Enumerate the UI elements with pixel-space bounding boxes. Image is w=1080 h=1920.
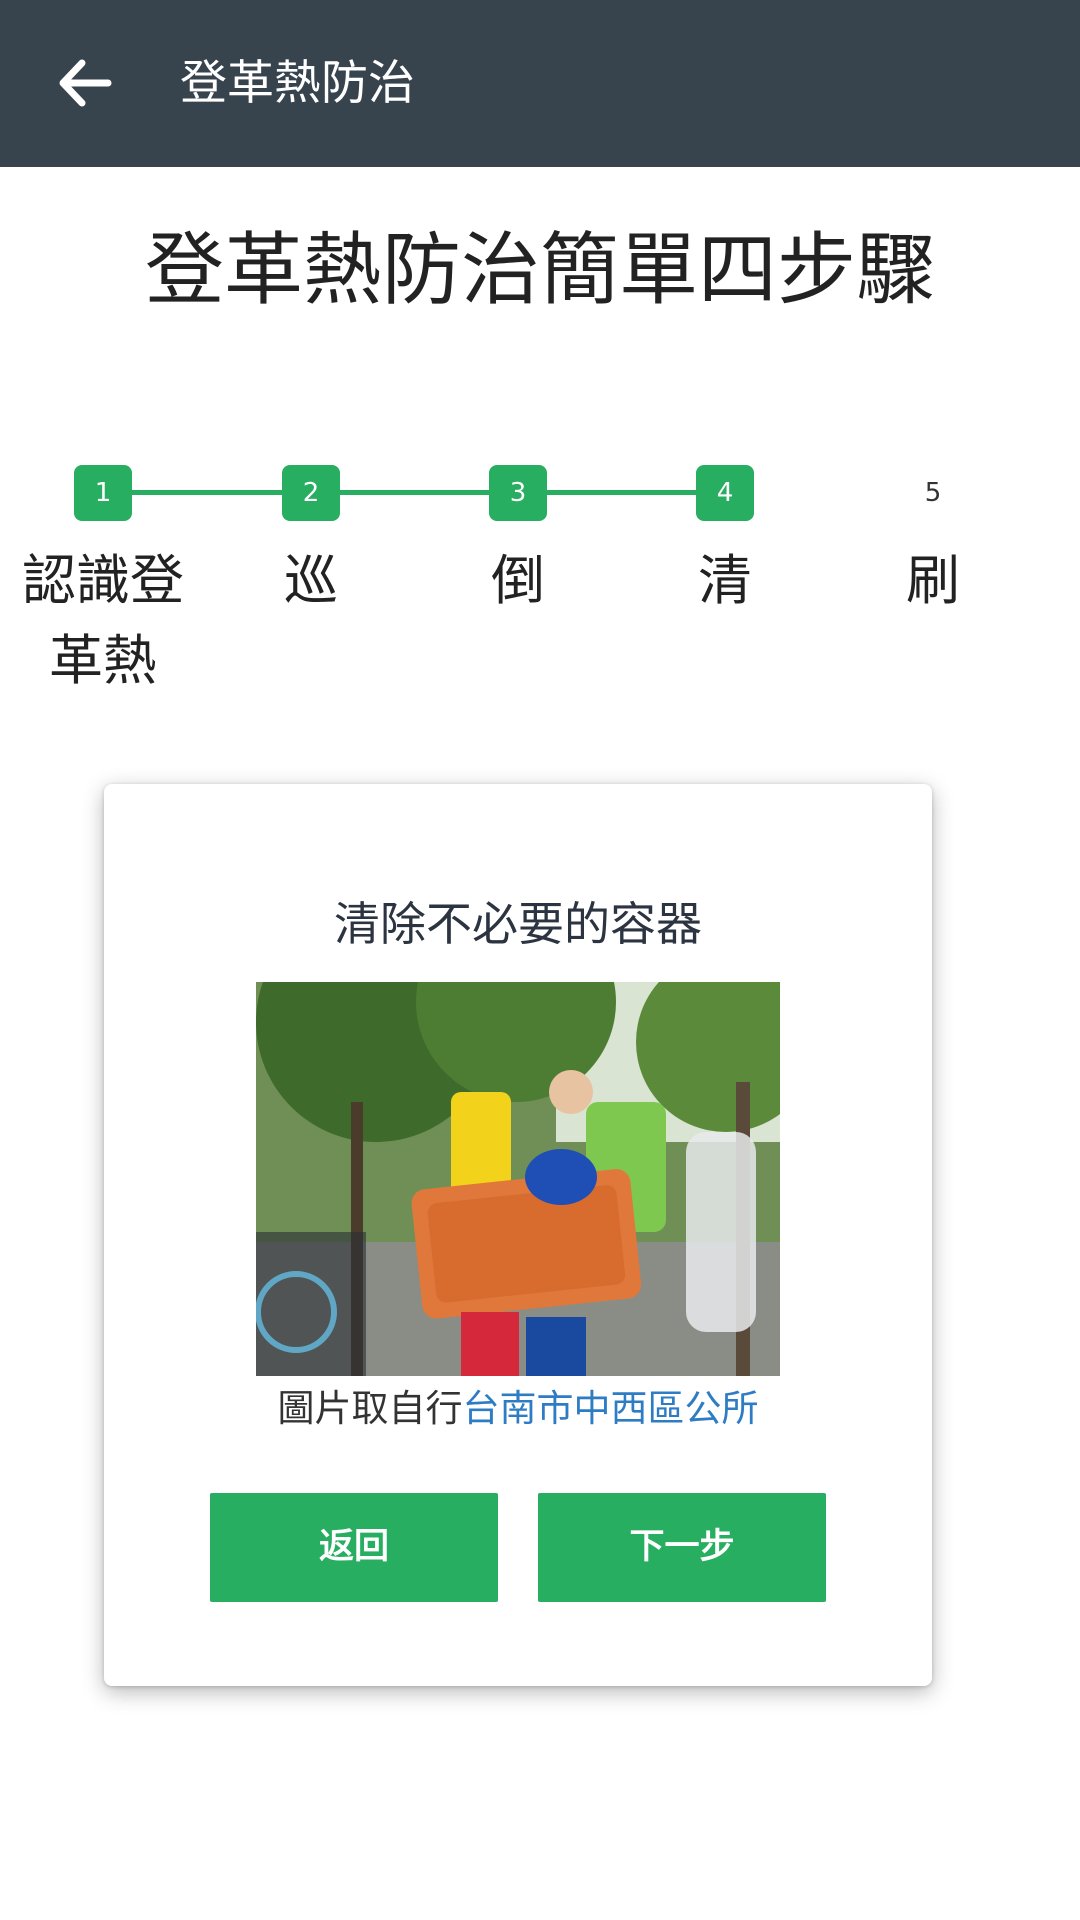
app-bar-title: 登革熱防治 [180,56,415,111]
volunteers-removing-orange-container-photo [256,982,780,1376]
back-button[interactable] [50,48,120,118]
step-card: 清除不必要的容器 圖片取自行台南市中西區公所 返回 下一步 [104,784,932,1686]
card-title: 清除不必要的容器 [334,897,702,951]
page-title: 登革熱防治簡單四步驟 [145,224,935,316]
step-label: 巡 [284,549,338,612]
step-label: 認識登革熱 [22,549,184,692]
step-2[interactable]: 2 巡 [228,465,394,621]
next-step-button[interactable]: 下一步 [538,1493,826,1602]
image-caption: 圖片取自行台南市中西區公所 [104,1382,932,1436]
step-1[interactable]: 1 認識登革熱 [20,465,186,701]
arrow-left-icon [59,59,112,107]
caption-prefix: 圖片取自行 [277,1387,463,1430]
step-label: 清 [698,549,752,612]
step-number: 4 [696,465,754,521]
step-5[interactable]: 5 刷 [850,465,1016,621]
caption-source-link[interactable]: 台南市中西區公所 [463,1387,759,1430]
stepper-progress-line [103,490,725,495]
step-label: 刷 [906,549,960,612]
step-number: 1 [74,465,132,521]
step-number: 2 [282,465,340,521]
step-4[interactable]: 4 清 [642,465,808,621]
step-number: 5 [924,478,942,508]
app-bar: 登革熱防治 [0,0,1080,167]
step-label: 倒 [491,549,545,612]
step-number: 3 [489,465,547,521]
back-step-button[interactable]: 返回 [210,1493,498,1602]
step-3[interactable]: 3 倒 [435,465,601,621]
